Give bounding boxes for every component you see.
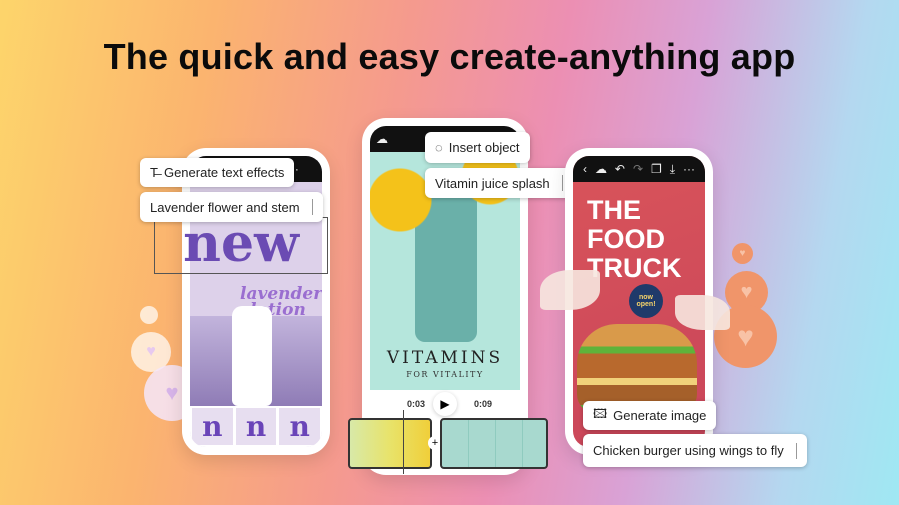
poster-line: FOOD <box>587 224 665 254</box>
generate-image-button[interactable]: 🖾 Generate image <box>583 401 717 430</box>
poster-line: THE <box>587 195 641 225</box>
insert-object-icon: ◌ <box>435 140 443 155</box>
download-icon[interactable]: ⤓ <box>670 162 675 177</box>
poster-title: THE FOOD TRUCK <box>587 196 682 283</box>
undo-icon[interactable]: ↶ <box>615 162 625 176</box>
generate-text-effects-button[interactable]: T̶ Generate text effects <box>140 158 295 187</box>
more-icon[interactable]: ··· <box>683 162 695 176</box>
headline: The quick and easy create-anything app <box>103 36 796 77</box>
selection-box[interactable]: new <box>154 217 328 274</box>
variation-strip: n n n <box>190 406 322 447</box>
now-open-badge: now open! <box>629 284 663 318</box>
poster-line: TRUCK <box>587 253 682 283</box>
prompt-input[interactable]: Chicken burger using wings to fly <box>583 434 807 467</box>
heart-bubble <box>140 306 158 324</box>
timeline-clip-1[interactable] <box>348 418 432 469</box>
generate-image-icon: 🖾 <box>593 405 608 421</box>
toolbar: ‹ ☁ ↶ ↷ ❐ ⤓ ··· <box>573 156 705 182</box>
time-total: 0:09 <box>474 399 493 409</box>
back-icon[interactable]: ‹ <box>583 162 587 176</box>
lotion-bottle <box>232 306 272 406</box>
variation-thumb[interactable]: n <box>235 408 277 445</box>
time-current: 0:03 <box>407 399 426 409</box>
wing-right <box>675 295 730 330</box>
cloud-icon[interactable]: ☁ <box>376 132 388 146</box>
pages-icon[interactable]: ❐ <box>651 162 662 176</box>
redo-icon[interactable]: ↷ <box>633 162 643 176</box>
variation-thumb[interactable]: n <box>192 408 233 445</box>
variation-thumb[interactable]: n <box>279 408 321 445</box>
play-button[interactable]: ▶ <box>433 392 457 416</box>
poster-subtitle: FOR VITALITY <box>406 370 484 379</box>
playhead[interactable] <box>403 410 404 474</box>
timeline-clip-2[interactable] <box>440 418 548 469</box>
wing-left <box>540 270 600 310</box>
text-effects-icon: T̶ <box>150 165 158 180</box>
prompt-input[interactable]: Vitamin juice splash <box>425 168 573 198</box>
poster-title: VITAMINS <box>386 348 504 368</box>
heart-icon: ♥ <box>732 243 753 264</box>
cloud-icon[interactable]: ☁ <box>595 162 607 176</box>
effect-text: new <box>183 213 299 274</box>
prompt-input[interactable]: Lavender flower and stem <box>140 192 323 222</box>
insert-object-button[interactable]: ◌ Insert object <box>425 132 530 163</box>
